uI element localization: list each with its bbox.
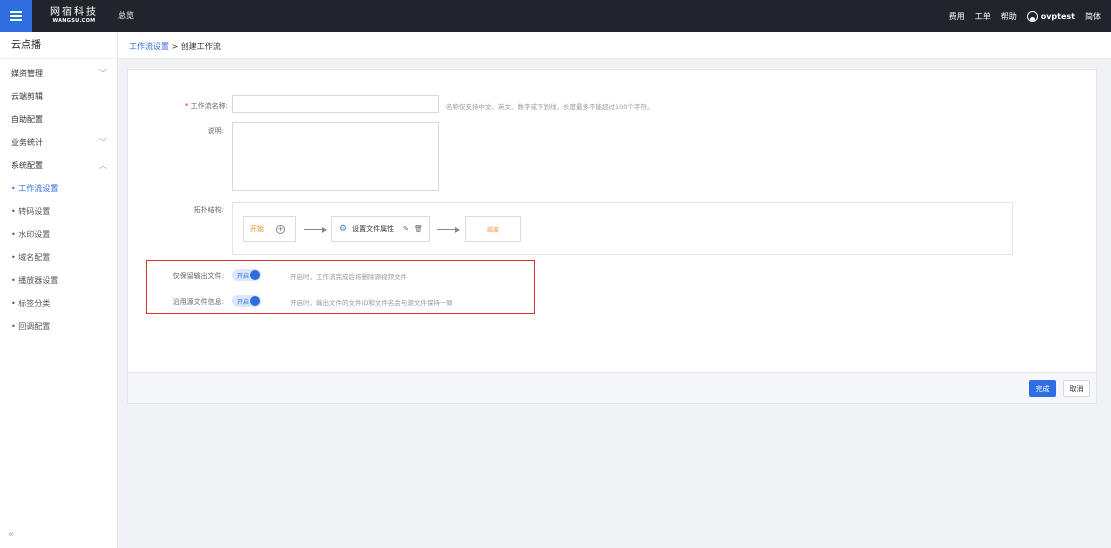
end-node-label: 结束 xyxy=(486,226,499,234)
chevron-down-icon[interactable]: ﹀ xyxy=(99,68,107,79)
logo-subtext: WANGSU.COM xyxy=(52,18,96,24)
start-node[interactable]: 开始 + xyxy=(243,216,296,242)
sidebar-item-cloud-edit[interactable]: 云端剪辑 xyxy=(11,91,43,102)
sidebar-item-system-config[interactable]: 系统配置 xyxy=(11,160,43,171)
submit-button[interactable]: 完成 xyxy=(1029,380,1056,397)
sidebar-subitem-watermark[interactable]: • 水印设置 xyxy=(11,229,50,240)
nav-help[interactable]: 帮助 xyxy=(1001,11,1017,22)
logo-text: 网宿科技 xyxy=(50,7,98,18)
language-switch[interactable]: 简体 xyxy=(1085,11,1101,22)
sidebar-subitem-label: 转码设置 xyxy=(18,207,51,216)
top-right-menu: 费用 工单 帮助 ovptest 简体 xyxy=(949,0,1101,32)
sidebar-subitem-tags[interactable]: • 标签分类 xyxy=(11,298,50,309)
sidebar-subitem-callback[interactable]: • 回调配置 xyxy=(11,321,50,332)
sidebar-subitem-label: 域名配置 xyxy=(18,253,51,262)
workflow-form-card: * 工作流名称: 名称仅支持中文、英文、数字或下划线，长度最多不能超过100个字… xyxy=(127,69,1097,404)
sidebar-item-self-config[interactable]: 自助配置 xyxy=(11,114,43,125)
end-node[interactable]: 结束 xyxy=(465,216,521,242)
add-node-icon[interactable]: + xyxy=(276,224,285,234)
logo[interactable]: 网宿科技 WANGSU.COM xyxy=(38,7,110,25)
top-bar: 网宿科技 WANGSU.COM 总览 费用 工单 帮助 ovptest 简体 xyxy=(0,0,1111,32)
name-label-text: 工作流名称: xyxy=(190,102,228,110)
gear-icon: ⚙ xyxy=(339,224,348,234)
description-label: 说明: xyxy=(207,127,224,135)
topology-panel: 开始 + ⚙ 设置文件属性 ✎ 🗑 结束 xyxy=(232,202,1013,255)
task-node[interactable]: ⚙ 设置文件属性 ✎ 🗑 xyxy=(331,216,430,242)
required-mark: * xyxy=(184,102,189,110)
form-footer: 完成 取消 xyxy=(128,372,1096,403)
sidebar-subitem-label: 回调配置 xyxy=(18,322,51,331)
sidebar-subitem-label: 水印设置 xyxy=(18,230,51,239)
delete-icon[interactable]: 🗑 xyxy=(414,225,423,233)
sidebar-item-media[interactable]: 媒资管理 xyxy=(11,68,43,79)
chevron-up-icon[interactable]: ︿ xyxy=(99,160,107,171)
sidebar-subitem-transcode[interactable]: • 转码设置 xyxy=(11,206,50,217)
breadcrumb-separator: > xyxy=(171,42,179,51)
arrow-icon xyxy=(304,226,327,233)
sidebar-subitem-label: 工作流设置 xyxy=(18,184,59,193)
sidebar-title: 云点播 xyxy=(0,32,117,59)
topology-label: 拓扑结构: xyxy=(193,206,224,214)
sidebar-subitem-label: 标签分类 xyxy=(18,299,51,308)
sidebar: 云点播 媒资管理 ﹀ 云端剪辑 自助配置 业务统计 ﹀ 系统配置 ︿ • 工作流… xyxy=(0,32,118,548)
nav-overview[interactable]: 总览 xyxy=(118,10,134,21)
sidebar-subitem-workflow[interactable]: • 工作流设置 xyxy=(11,183,58,194)
user-menu[interactable]: ovptest xyxy=(1026,10,1075,22)
sidebar-subitem-label: 播放器设置 xyxy=(18,276,59,285)
breadcrumb-current: 创建工作流 xyxy=(180,42,221,51)
user-icon xyxy=(1026,10,1038,22)
breadcrumb: 工作流设置 > 创建工作流 xyxy=(129,41,221,52)
nav-billing[interactable]: 费用 xyxy=(949,11,965,22)
name-hint: 名称仅支持中文、英文、数字或下划线，长度最多不能超过100个字符。 xyxy=(446,103,654,111)
nav-ticket[interactable]: 工单 xyxy=(975,11,991,22)
username: ovptest xyxy=(1040,11,1075,21)
arrow-icon xyxy=(437,226,460,233)
highlight-box xyxy=(146,260,535,314)
sidebar-item-statistics[interactable]: 业务统计 xyxy=(11,137,43,148)
breadcrumb-parent[interactable]: 工作流设置 xyxy=(129,42,169,51)
cancel-button[interactable]: 取消 xyxy=(1063,380,1090,397)
name-label: * 工作流名称: xyxy=(158,101,228,111)
breadcrumb-bar: 工作流设置 > 创建工作流 xyxy=(118,32,1111,59)
collapse-sidebar-icon[interactable]: « xyxy=(8,529,14,540)
sidebar-subitem-domain[interactable]: • 域名配置 xyxy=(11,252,50,263)
workflow-name-input[interactable] xyxy=(232,95,439,113)
chevron-down-icon[interactable]: ﹀ xyxy=(99,137,107,148)
edit-icon[interactable]: ✎ xyxy=(403,225,409,233)
start-node-label: 开始 xyxy=(250,225,264,233)
menu-icon[interactable] xyxy=(0,0,32,32)
sidebar-subitem-player[interactable]: • 播放器设置 xyxy=(11,275,58,286)
task-node-label: 设置文件属性 xyxy=(352,225,395,233)
description-textarea[interactable] xyxy=(232,122,439,191)
